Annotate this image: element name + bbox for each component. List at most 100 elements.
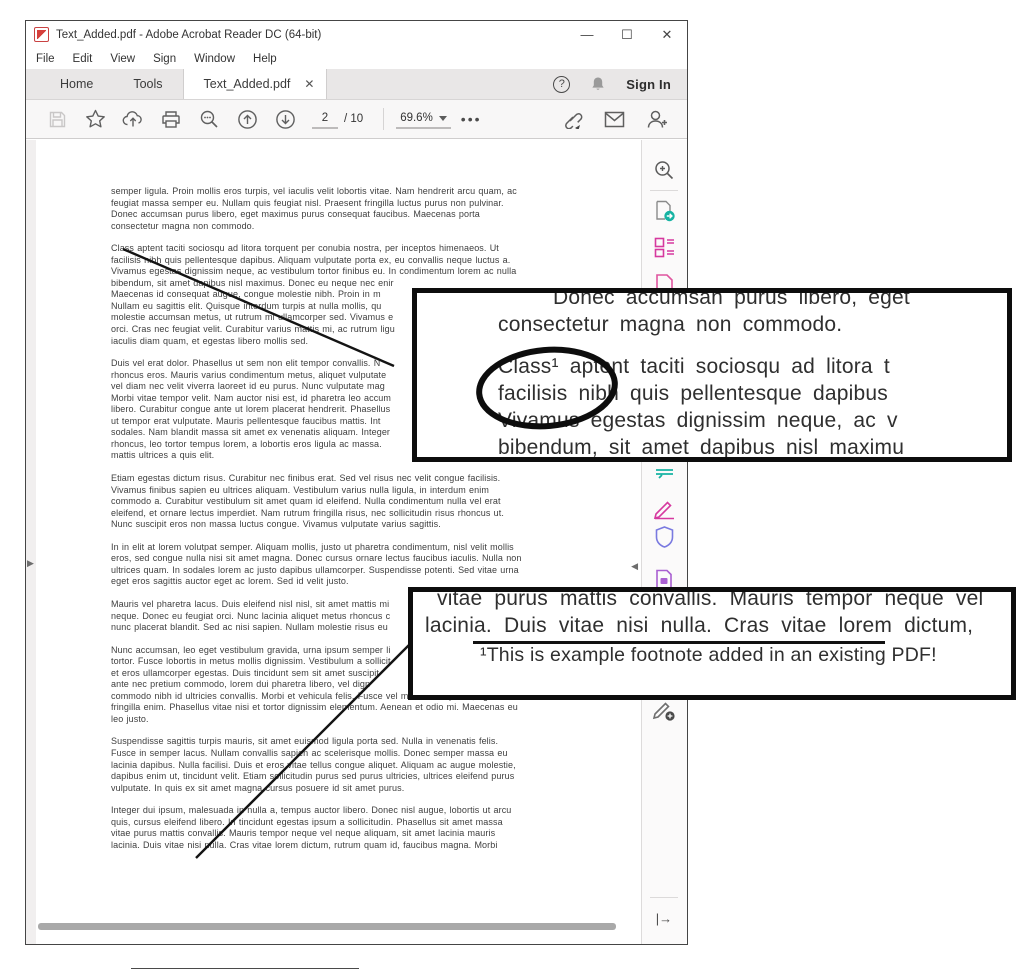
expand-panel-icon[interactable]: |→ bbox=[652, 906, 676, 930]
share-cloud-icon[interactable] bbox=[116, 104, 150, 134]
text-line: vulputate. In quis ex sit amet magna cur… bbox=[111, 783, 571, 795]
text-line: semper ligula. Proin mollis eros turpis,… bbox=[111, 186, 571, 198]
zoom-level-dropdown[interactable]: 69.6% bbox=[396, 109, 451, 129]
text-line: Vivamus egestas dignissim neque, ac vest… bbox=[111, 266, 571, 278]
email-icon[interactable] bbox=[597, 104, 631, 134]
tab-document-label: Text_Added.pdf bbox=[204, 77, 291, 91]
maximize-button[interactable]: ☐ bbox=[607, 21, 647, 48]
paragraph: Integer dui ipsum, malesuada in nulla a,… bbox=[111, 805, 571, 851]
menu-window[interactable]: Window bbox=[194, 53, 235, 65]
magnified-text-line: facilisis nibh quis pellentesque dapibus bbox=[498, 380, 1007, 407]
close-button[interactable]: ✕ bbox=[647, 21, 687, 48]
window-title: Text_Added.pdf - Adobe Acrobat Reader DC… bbox=[56, 29, 321, 41]
text-line: fringilla enim. Phasellus vitae nisi et … bbox=[111, 702, 571, 714]
menu-file[interactable]: File bbox=[36, 53, 55, 65]
magnified-inset-class: Donec accumsan purus libero, egetconsect… bbox=[412, 288, 1012, 462]
text-line: facilisis nibh quis pellentesque dapibus… bbox=[111, 255, 571, 267]
tools-panel: |→ bbox=[641, 140, 687, 944]
page-total-label: / 10 bbox=[344, 113, 363, 125]
text-line: In in elit at lorem volutpat semper. Ali… bbox=[111, 542, 571, 554]
main-toolbar: 2 / 10 69.6% ••• bbox=[26, 100, 687, 139]
collapse-right-panel-arrow[interactable]: ◀ bbox=[631, 561, 638, 572]
magnified-text-line: Vivamus egestas dignissim neque, ac v bbox=[498, 407, 1007, 434]
text-line: eros, sed congue nulla nisi sit amet mag… bbox=[111, 553, 571, 565]
text-line: Vivamus finibus sapien eu ultrices aliqu… bbox=[111, 485, 571, 497]
zoom-tools-icon[interactable] bbox=[652, 158, 676, 182]
panel-divider bbox=[650, 190, 678, 191]
text-line: dapibus enim ut, tincidunt velit. Etiam … bbox=[111, 771, 571, 783]
tab-tools[interactable]: Tools bbox=[113, 69, 182, 99]
star-icon[interactable] bbox=[78, 104, 112, 134]
sign-in-button[interactable]: Sign In bbox=[626, 77, 671, 92]
left-panel-gutter: ▶ bbox=[26, 140, 36, 944]
menu-edit[interactable]: Edit bbox=[73, 53, 93, 65]
magnified-text-line: consectetur magna non commodo. bbox=[498, 311, 1007, 338]
text-line: ultrices quam. In sodales lorem ac justo… bbox=[111, 565, 571, 577]
magnified-text-line: vitae purus mattis convallis. Mauris tem… bbox=[437, 587, 1011, 612]
text-line: Integer dui ipsum, malesuada in nulla a,… bbox=[111, 805, 571, 817]
search-icon[interactable] bbox=[192, 104, 226, 134]
text-line: leo justo. bbox=[111, 714, 571, 726]
text-line: feugiat massa semper eu. Nullam quis feu… bbox=[111, 198, 571, 210]
notifications-bell-icon[interactable] bbox=[590, 76, 606, 93]
more-tools-pen-icon[interactable] bbox=[652, 698, 676, 722]
save-icon[interactable] bbox=[40, 104, 74, 134]
title-bar: Text_Added.pdf - Adobe Acrobat Reader DC… bbox=[26, 21, 687, 48]
panel-divider bbox=[650, 897, 678, 898]
menu-bar: File Edit View Sign Window Help bbox=[26, 48, 687, 69]
content-area: ▶ semper ligula. Proin mollis eros turpi… bbox=[26, 140, 687, 944]
menu-view[interactable]: View bbox=[110, 53, 135, 65]
export-pdf-icon[interactable] bbox=[652, 198, 676, 222]
menu-sign[interactable]: Sign bbox=[153, 53, 176, 65]
inset2-text: vitae purus mattis convallis. Mauris tem… bbox=[413, 587, 1011, 639]
text-line: Fusce in semper lacus. Nullam convallis … bbox=[111, 748, 571, 760]
page-number-input[interactable]: 2 bbox=[312, 109, 338, 129]
text-line: vitae purus mattis convallis. Mauris tem… bbox=[111, 828, 571, 840]
acrobat-window: Text_Added.pdf - Adobe Acrobat Reader DC… bbox=[25, 20, 688, 945]
organize-pages-icon[interactable] bbox=[652, 235, 676, 259]
footnote-separator bbox=[131, 968, 359, 969]
magnified-inset-footnote: vitae purus mattis convallis. Mauris tem… bbox=[408, 587, 1016, 700]
text-line: quis, cursus eleifend libero. In tincidu… bbox=[111, 817, 571, 829]
text-line: Nunc suscipit eros non massa luctus cong… bbox=[111, 519, 571, 531]
text-line: eleifend, et ornare lectus imperdiet. Na… bbox=[111, 508, 571, 520]
inset1-text: Donec accumsan purus libero, egetconsect… bbox=[417, 288, 1007, 461]
text-line: Etiam egestas dictum risus. Curabitur ne… bbox=[111, 473, 571, 485]
previous-page-icon[interactable] bbox=[230, 104, 264, 134]
text-line: Suspendisse sagittis turpis mauris, sit … bbox=[111, 736, 571, 748]
menu-help[interactable]: Help bbox=[253, 53, 277, 65]
tab-close-icon[interactable]: ✕ bbox=[304, 77, 314, 91]
text-line: lacinia dapibus. Nulla facilisi. Duis et… bbox=[111, 760, 571, 772]
text-line: consectetur magna non commodo. bbox=[111, 221, 571, 233]
add-account-icon[interactable] bbox=[639, 104, 673, 134]
text-line: commodo a. Curabitur vestibulum sit amet… bbox=[111, 496, 571, 508]
fill-and-sign-icon[interactable] bbox=[652, 496, 676, 520]
magnified-text-line: Class¹ aptent taciti sociosqu ad litora … bbox=[498, 353, 1007, 380]
document-viewer[interactable]: semper ligula. Proin mollis eros turpis,… bbox=[36, 140, 641, 944]
fill-sign-link-icon[interactable] bbox=[555, 104, 589, 134]
help-icon[interactable]: ? bbox=[553, 76, 570, 93]
next-page-icon[interactable] bbox=[268, 104, 302, 134]
expand-left-panel-arrow[interactable]: ▶ bbox=[27, 558, 34, 569]
tab-document[interactable]: Text_Added.pdf ✕ bbox=[183, 69, 328, 99]
horizontal-scrollbar[interactable] bbox=[38, 923, 616, 930]
paragraph: Etiam egestas dictum risus. Curabitur ne… bbox=[111, 473, 571, 531]
chevron-down-icon bbox=[439, 116, 447, 121]
comment-icon[interactable] bbox=[652, 462, 676, 486]
magnified-text-line: lacinia. Duis vitae nisi nulla. Cras vit… bbox=[425, 612, 1011, 639]
minimize-button[interactable]: — bbox=[567, 21, 607, 48]
paragraph: semper ligula. Proin mollis eros turpis,… bbox=[111, 186, 571, 232]
magnified-text-line: Donec accumsan purus libero, eget bbox=[553, 288, 1007, 311]
text-line: lacinia. Duis vitae nisi nulla. Cras vit… bbox=[111, 840, 571, 852]
print-icon[interactable] bbox=[154, 104, 188, 134]
protect-shield-icon[interactable] bbox=[652, 525, 676, 549]
magnified-text-line: bibendum, sit amet dapibus nisl maximu bbox=[498, 434, 1007, 461]
inset2-footnote: ¹This is example footnote added in an ex… bbox=[473, 641, 885, 667]
zoom-level-value: 69.6% bbox=[400, 112, 433, 124]
text-line: Class aptent taciti sociosqu ad litora t… bbox=[111, 243, 571, 255]
more-tools-button[interactable]: ••• bbox=[461, 111, 482, 127]
tab-bar: Home Tools Text_Added.pdf ✕ ? Sign In bbox=[26, 69, 687, 100]
acrobat-app-icon bbox=[34, 27, 49, 42]
tab-home[interactable]: Home bbox=[40, 69, 113, 99]
screenshot-stage: Text_Added.pdf - Adobe Acrobat Reader DC… bbox=[0, 0, 1024, 970]
